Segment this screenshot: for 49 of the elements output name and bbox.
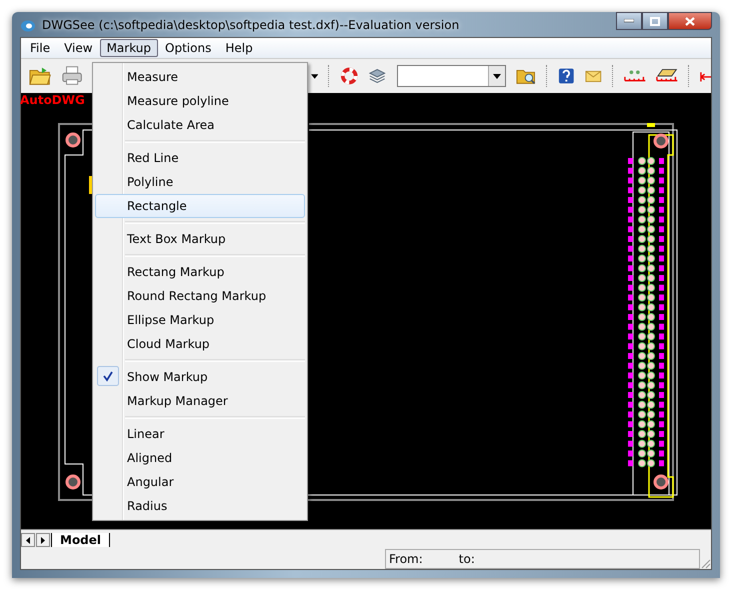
layout-tab[interactable]: Model (51, 533, 110, 547)
minimize-button[interactable] (616, 12, 642, 30)
printer-icon[interactable] (61, 65, 84, 87)
scroll-right-button[interactable] (36, 533, 50, 547)
menu-option[interactable]: Calculate Area (95, 113, 305, 137)
menu-option[interactable]: Show Markup (95, 365, 305, 389)
menu-option[interactable]: Ellipse Markup (95, 308, 305, 332)
menu-option[interactable]: Rectang Markup (95, 260, 305, 284)
layer-dropdown[interactable] (396, 65, 506, 87)
menu-option[interactable]: Cloud Markup (95, 332, 305, 356)
menu-item[interactable]: View (57, 39, 100, 57)
lifebuoy-icon[interactable] (340, 66, 358, 86)
menu-option[interactable]: Red Line (95, 146, 305, 170)
close-button[interactable] (668, 12, 712, 30)
menu-item[interactable]: File (23, 39, 58, 57)
right-arrow-icon (41, 536, 45, 544)
menu-option[interactable]: Aligned (95, 446, 305, 470)
to-label: to: (458, 552, 475, 566)
caret-icon (493, 74, 502, 78)
close-icon (685, 16, 695, 26)
brand-text: AutoDWG (20, 93, 85, 107)
maximize-button[interactable] (642, 12, 668, 30)
menu-option[interactable]: Radius (95, 494, 305, 518)
menu-option[interactable]: Angular (95, 470, 305, 494)
menu-option[interactable]: Polyline (95, 170, 305, 194)
help-icon[interactable] (558, 67, 575, 85)
left-arrow-icon (26, 536, 30, 544)
resize-grip-icon[interactable] (700, 558, 711, 569)
folder-icon[interactable] (29, 65, 52, 87)
menu-item[interactable]: Markup (100, 39, 158, 57)
menu-option[interactable]: Text Box Markup (95, 227, 305, 251)
menu-option[interactable]: Markup Manager (95, 389, 305, 413)
minimize-icon (624, 19, 634, 23)
app-icon (20, 18, 36, 32)
menu-option[interactable]: Round Rectang Markup (95, 284, 305, 308)
ruler-icon[interactable] (656, 68, 678, 84)
menu-item[interactable]: Help (218, 39, 260, 57)
menu-option[interactable]: Rectangle (95, 194, 305, 218)
menu-item[interactable]: Options (158, 39, 218, 57)
scroll-left-button[interactable] (21, 533, 35, 547)
menu-option[interactable]: Measure (95, 65, 305, 89)
envelope-icon[interactable] (585, 69, 602, 83)
menu-option[interactable]: Measure polyline (95, 89, 305, 113)
caret-icon[interactable] (310, 74, 318, 78)
maximize-icon (650, 16, 660, 26)
layers-icon[interactable] (368, 67, 387, 85)
from-label: From: (389, 552, 423, 566)
window-title: DWGSee (c:\softpedia\desktop\softpedia test.dxf)--Evaluation version (42, 18, 460, 32)
menu-option[interactable]: Linear (95, 422, 305, 446)
